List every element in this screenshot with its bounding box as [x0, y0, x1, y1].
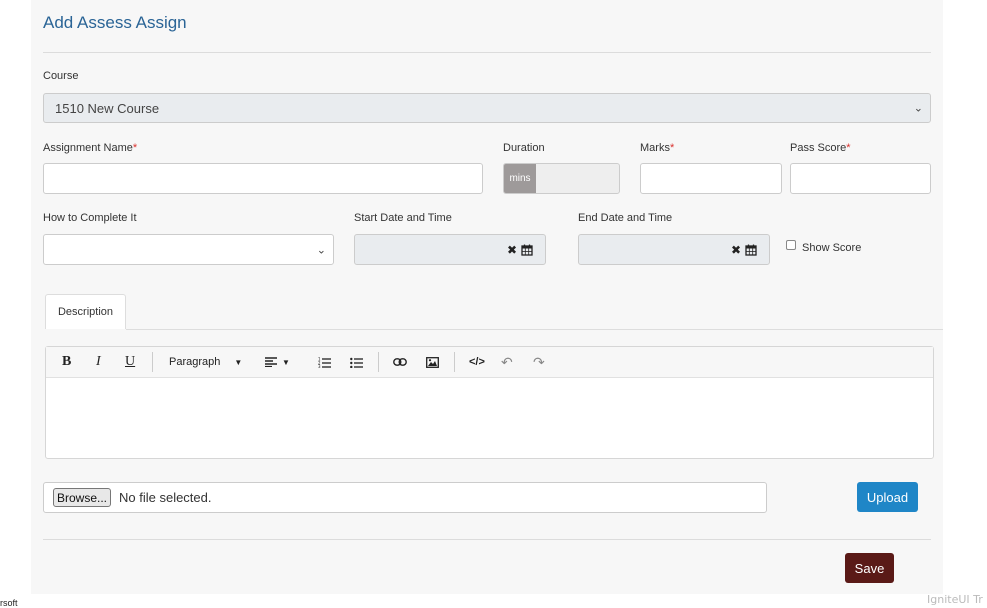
save-button[interactable]: Save	[845, 553, 894, 583]
calendar-icon[interactable]	[745, 244, 757, 256]
undo-icon[interactable]: ↶	[501, 353, 513, 371]
calendar-icon[interactable]	[521, 244, 533, 256]
code-icon[interactable]: </>	[469, 353, 485, 371]
editor-toolbar: B I U Paragraph ▼ ▼ 123 </> ↶ ↷	[46, 347, 933, 378]
file-status-text: No file selected.	[119, 490, 212, 505]
ordered-list-icon[interactable]: 123	[318, 353, 331, 371]
form-panel: Add Assess Assign Course 1510 New Course…	[31, 0, 943, 594]
how-to-complete-label: How to Complete It	[43, 212, 137, 224]
course-value: 1510 New Course	[55, 100, 160, 116]
image-icon[interactable]	[426, 353, 439, 371]
caret-down-icon: ▼	[282, 357, 290, 367]
redo-icon[interactable]: ↷	[533, 353, 545, 371]
tab-description[interactable]: Description	[45, 294, 126, 329]
toolbar-separator	[378, 352, 379, 372]
paragraph-dropdown[interactable]: Paragraph ▼	[169, 353, 242, 371]
show-score-label: Show Score	[802, 242, 862, 254]
course-select[interactable]: 1510 New Course ⌄	[43, 93, 931, 123]
footer-divider	[43, 539, 931, 540]
unordered-list-icon[interactable]	[350, 353, 363, 371]
assignment-name-input[interactable]	[43, 163, 483, 194]
assignment-name-label: Assignment Name*	[43, 142, 138, 154]
underline-icon[interactable]: U	[125, 353, 135, 371]
end-date-label: End Date and Time	[578, 212, 673, 224]
pass-score-input[interactable]	[790, 163, 931, 194]
page-title: Add Assess Assign	[43, 13, 187, 32]
title-divider	[43, 52, 931, 53]
start-date-input[interactable]: ✖	[354, 234, 546, 265]
marks-input[interactable]	[640, 163, 782, 194]
paragraph-label: Paragraph	[169, 356, 221, 368]
duration-unit-addon: mins	[504, 164, 536, 193]
end-date-input[interactable]: ✖	[578, 234, 770, 265]
clear-icon[interactable]: ✖	[507, 243, 517, 257]
tab-divider	[126, 329, 943, 330]
duration-label: Duration	[503, 142, 545, 154]
duration-input[interactable]: mins	[503, 163, 620, 194]
toolbar-separator	[454, 352, 455, 372]
course-label: Course	[43, 70, 79, 82]
description-editor[interactable]: B I U Paragraph ▼ ▼ 123 </> ↶ ↷	[45, 346, 934, 459]
clear-icon[interactable]: ✖	[731, 243, 741, 257]
start-date-label: Start Date and Time	[354, 212, 452, 224]
italic-icon[interactable]: I	[96, 353, 101, 371]
svg-text:3: 3	[318, 364, 321, 368]
show-score-checkbox[interactable]	[786, 240, 796, 250]
chevron-down-icon: ⌄	[913, 102, 923, 115]
toolbar-separator	[152, 352, 153, 372]
file-input[interactable]: Browse... No file selected.	[43, 482, 767, 513]
pass-score-label: Pass Score*	[790, 142, 851, 154]
link-icon[interactable]	[393, 353, 407, 371]
upload-button[interactable]: Upload	[857, 482, 918, 512]
how-to-complete-select[interactable]: ⌄	[43, 234, 334, 265]
chevron-down-icon: ⌄	[316, 244, 326, 256]
browse-button[interactable]: Browse...	[53, 488, 112, 507]
marks-label: Marks*	[640, 142, 675, 154]
align-icon[interactable]: ▼	[265, 353, 290, 371]
footer-right-text: IgniteUI Tr	[927, 593, 983, 606]
bold-icon[interactable]: B	[62, 353, 71, 371]
caret-down-icon: ▼	[234, 357, 243, 367]
